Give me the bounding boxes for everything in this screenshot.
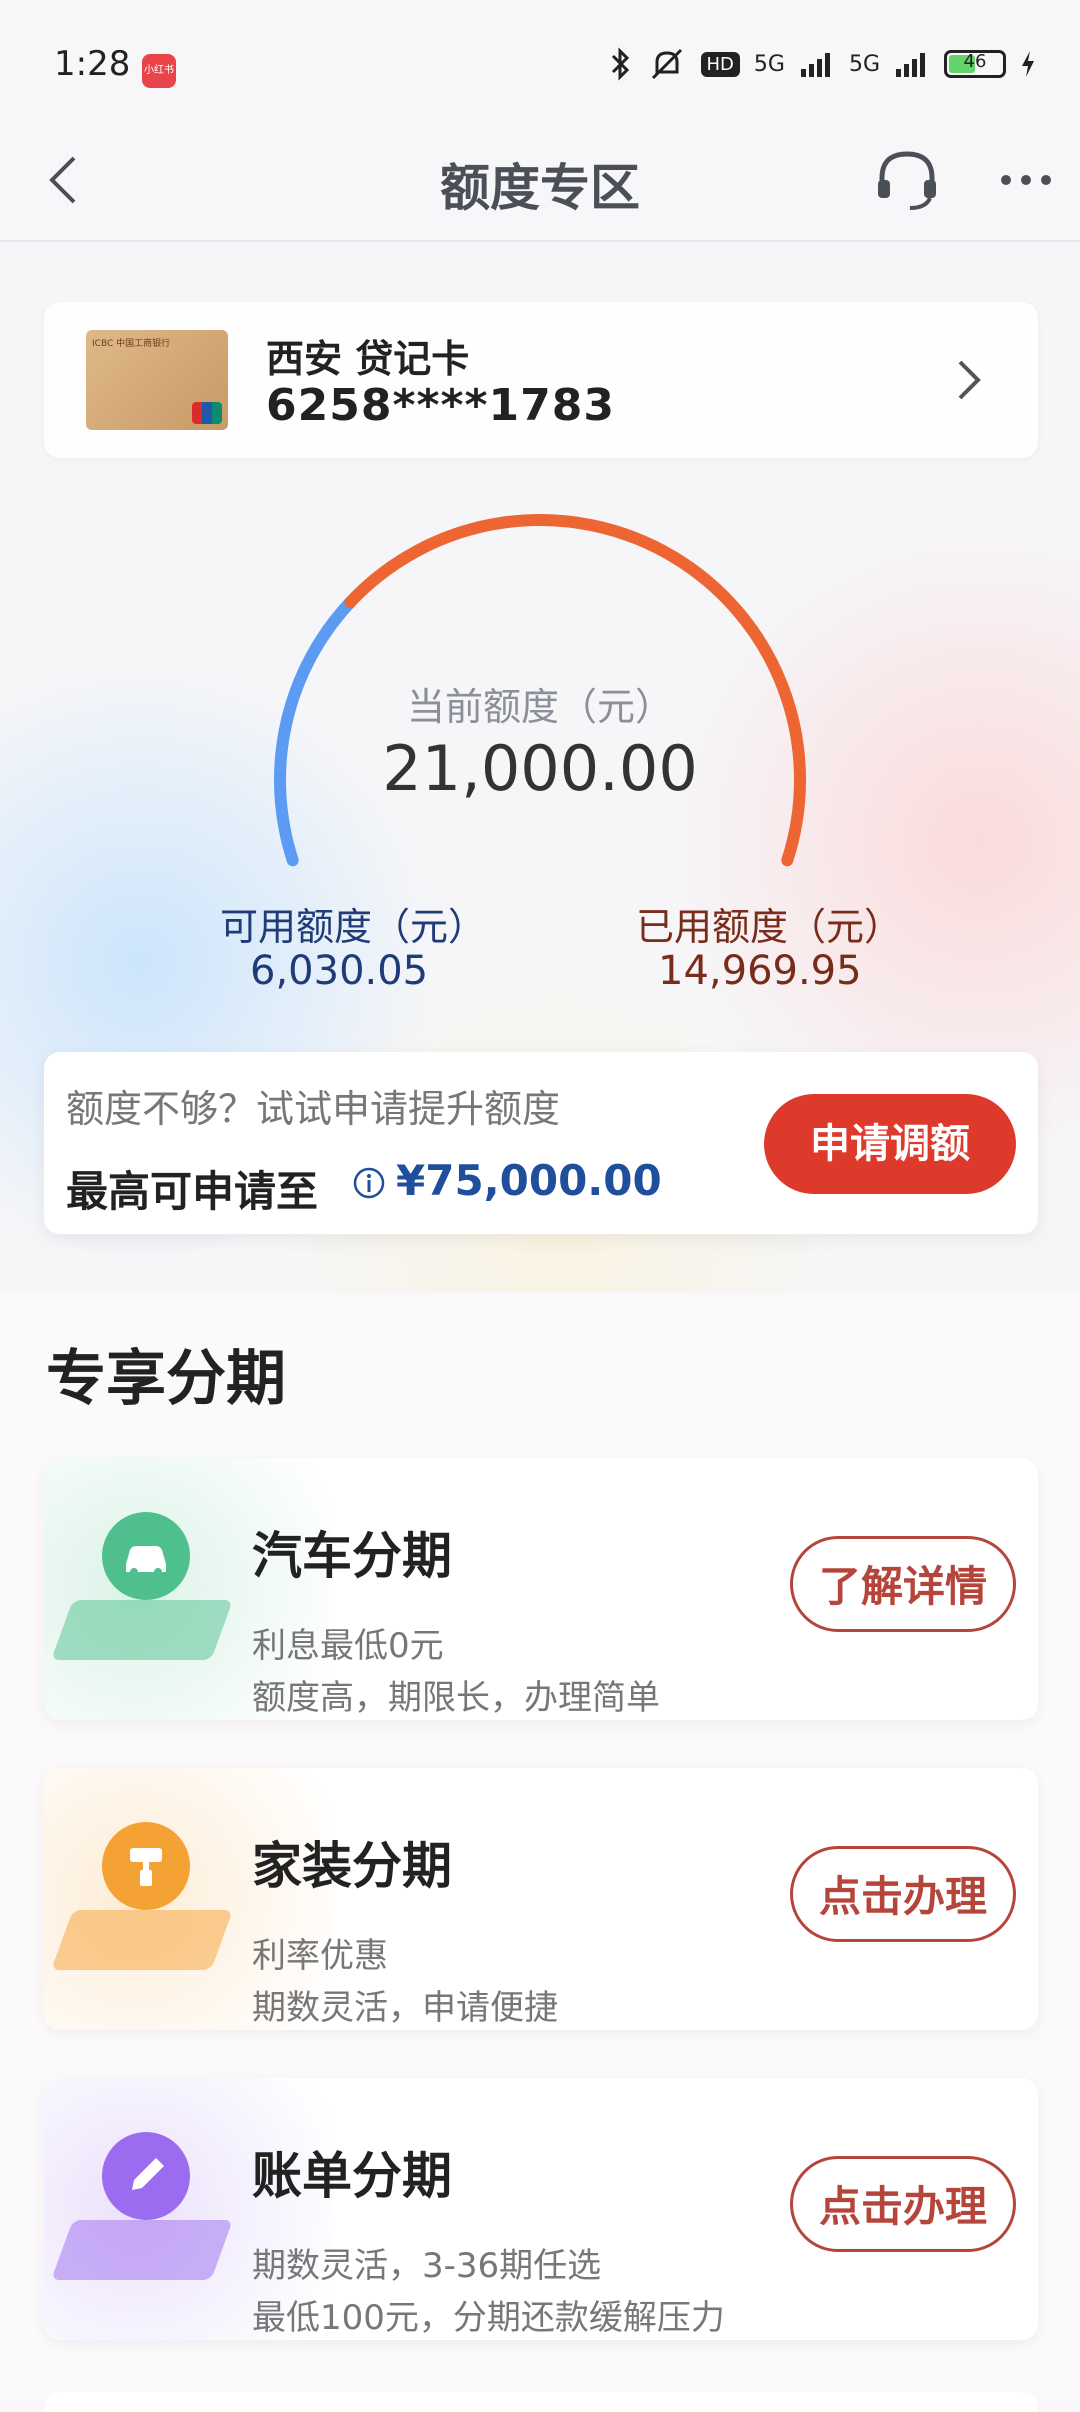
installment-name: 账单分期: [252, 2147, 452, 2205]
status-time: 1:28: [54, 44, 131, 84]
bluetooth-icon: [611, 47, 629, 81]
used-limit-label: 已用额度（元）: [636, 905, 903, 949]
installment-card-home-decor[interactable]: 家装分期 利率优惠 期数灵活，申请便捷 点击办理: [44, 1768, 1038, 2030]
installment-desc-1: 利率优惠: [252, 1936, 388, 1976]
paint-roller-icon: [102, 1822, 190, 1910]
charging-icon: [1022, 51, 1034, 77]
installment-desc-2: 最低100元，分期还款缓解压力: [252, 2298, 725, 2338]
customer-service-headset-icon[interactable]: [874, 146, 940, 212]
bank-logo: ICBC 中国工商银行: [92, 339, 171, 349]
installment-name: 家装分期: [252, 1837, 452, 1895]
card-number: 6258****1783: [266, 380, 615, 431]
raise-limit-hint: 额度不够？试试申请提升额度: [66, 1087, 561, 1131]
signal-icon-2: [896, 53, 925, 77]
more-options-icon[interactable]: [996, 160, 1056, 200]
used-limit-value: 14,969.95: [658, 948, 862, 994]
max-limit-amount: ¥75,000.00: [396, 1156, 662, 1205]
max-limit-label: 最高可申请至: [66, 1167, 319, 1216]
installment-desc-2: 期数灵活，申请便捷: [252, 1988, 558, 2028]
installment-desc-2: 额度高，期限长，办理简单: [252, 1678, 660, 1718]
app-notification-icon: 小红书: [142, 54, 176, 88]
section-title: 专享分期: [46, 1344, 286, 1414]
card-name: 西安 贷记卡: [266, 337, 470, 381]
status-icons: HD 5G 5G 46: [609, 46, 1037, 82]
installment-desc-1: 利息最低0元: [252, 1626, 444, 1666]
network-label-1: 5G: [753, 51, 785, 77]
battery-icon: 46: [944, 50, 1006, 78]
learn-more-button[interactable]: 了解详情: [790, 1536, 1016, 1632]
network-label-2: 5G: [848, 51, 880, 77]
apply-limit-adjustment-button[interactable]: 申请调额: [764, 1094, 1016, 1194]
mute-bell-icon: [651, 48, 682, 80]
icon-plate: [51, 1600, 233, 1660]
unionpay-logo-icon: [192, 402, 222, 424]
current-limit-value: 21,000.00: [382, 732, 698, 805]
car-icon: [102, 1512, 190, 1600]
hd-badge: HD: [700, 51, 740, 77]
pencil-icon: [102, 2132, 190, 2220]
available-limit-label: 可用额度（元）: [220, 905, 487, 949]
apply-now-button[interactable]: 点击办理: [790, 1846, 1016, 1942]
info-icon[interactable]: [352, 1166, 386, 1200]
installment-name: 汽车分期: [252, 1527, 452, 1585]
installment-card-bill[interactable]: 账单分期 期数灵活，3-36期任选 最低100元，分期还款缓解压力 点击办理: [44, 2078, 1038, 2340]
next-card-peek: [44, 2392, 1038, 2412]
current-limit-label: 当前额度（元）: [406, 685, 673, 729]
signal-icon-1: [800, 53, 830, 77]
credit-card-image: ICBC 中国工商银行: [86, 330, 228, 430]
apply-now-button[interactable]: 点击办理: [790, 2156, 1016, 2252]
installment-desc-1: 期数灵活，3-36期任选: [252, 2246, 602, 2286]
battery-level: 46: [963, 51, 987, 72]
icon-plate: [51, 1910, 233, 1970]
chevron-right-icon[interactable]: [938, 350, 998, 410]
icon-plate: [51, 2220, 233, 2280]
installment-card-car[interactable]: 汽车分期 利息最低0元 额度高，期限长，办理简单 了解详情: [44, 1458, 1038, 1720]
available-limit-value: 6,030.05: [250, 948, 429, 994]
